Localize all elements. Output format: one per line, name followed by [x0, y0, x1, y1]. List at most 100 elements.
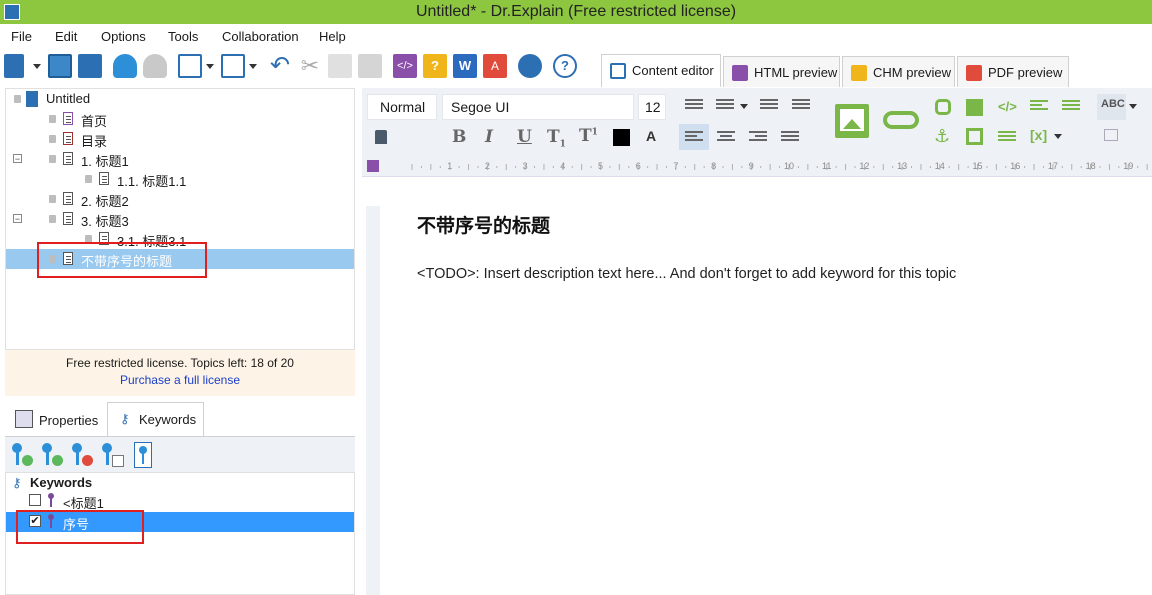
menu-collaboration[interactable]: Collaboration [222, 29, 299, 44]
assign-keyword-icon[interactable] [42, 443, 64, 467]
format-painter-icon[interactable] [375, 130, 387, 144]
keyword-checkbox[interactable] [29, 494, 41, 506]
style-select[interactable]: Normal [367, 94, 437, 120]
import-dropdown-icon[interactable] [206, 64, 214, 69]
highlight-color-icon[interactable]: A [646, 128, 656, 144]
font-size-select[interactable]: 12 [638, 94, 666, 120]
insert-separator-icon[interactable] [1062, 100, 1080, 114]
insert-html-icon[interactable]: </> [998, 99, 1017, 114]
tab-keywords[interactable]: ⚷ Keywords [107, 402, 204, 436]
underline-icon[interactable]: U [517, 127, 532, 147]
settings-gear-icon[interactable] [518, 54, 542, 78]
keyword-item[interactable]: <标题1 [6, 491, 354, 511]
chm-preview-icon [851, 65, 867, 81]
menu-options[interactable]: Options [101, 29, 146, 44]
tab-chm-preview[interactable]: CHM preview [842, 56, 955, 87]
edit-icon [610, 63, 626, 79]
collapse-icon[interactable]: − [13, 214, 22, 224]
export-html-icon[interactable]: </> [393, 54, 417, 78]
cut-icon[interactable]: ✂ [298, 54, 322, 78]
export-chm-icon[interactable]: ? [423, 54, 447, 78]
bottom-tabs: Properties ⚷ Keywords [5, 402, 355, 436]
tree-item[interactable]: 2. 标题2 [6, 189, 354, 209]
new-project-icon[interactable] [4, 54, 24, 78]
insert-table-icon[interactable] [966, 128, 983, 145]
collapse-icon[interactable]: − [13, 154, 22, 164]
paste-icon[interactable] [358, 54, 382, 78]
undo-icon[interactable]: ↶ [268, 54, 292, 78]
spellcheck-button[interactable]: ABC [1097, 94, 1126, 120]
tree-root[interactable]: Untitled [6, 89, 354, 109]
numbered-list-icon[interactable] [716, 99, 734, 113]
bold-icon[interactable]: B [452, 127, 466, 147]
outline-list-icon[interactable] [760, 99, 778, 113]
variable-dropdown-icon[interactable] [1054, 134, 1062, 139]
menu-bar: File Edit Options Tools Collaboration He… [0, 24, 1152, 48]
capture-dropdown-icon[interactable] [249, 64, 257, 69]
bullet-list-icon[interactable] [685, 99, 703, 113]
topic-body[interactable]: <TODO>: Insert description text here... … [417, 266, 956, 282]
insert-video-icon[interactable] [966, 99, 983, 116]
export-word-icon[interactable]: W [453, 54, 477, 78]
cloud-upload-icon[interactable] [113, 54, 137, 78]
topic-title[interactable]: 不带序号的标题 [417, 211, 550, 238]
copy-icon[interactable] [328, 54, 352, 78]
align-right-icon[interactable] [749, 131, 767, 145]
source-view-icon[interactable] [367, 160, 379, 172]
italic-icon[interactable]: I [485, 127, 493, 147]
spellcheck-dropdown-icon[interactable] [1129, 104, 1137, 109]
add-keyword-icon[interactable] [12, 443, 34, 467]
page-icon [63, 192, 73, 205]
insert-anchor-icon[interactable]: ⚓ [934, 126, 950, 147]
export-pdf-icon[interactable]: A [483, 54, 507, 78]
text-color-icon[interactable] [613, 129, 630, 146]
highlight-box [16, 510, 144, 544]
menu-help[interactable]: Help [319, 29, 346, 44]
help-icon[interactable]: ? [553, 54, 577, 78]
menu-edit[interactable]: Edit [55, 29, 77, 44]
format-toolbar: Normal Segoe UI 12 B I U T1 T1 A </> ⚓ [… [362, 88, 1152, 158]
tree-item[interactable]: 首页 [6, 109, 354, 129]
import-icon[interactable] [178, 54, 202, 78]
insert-text-block-icon[interactable] [1030, 100, 1048, 114]
font-select[interactable]: Segoe UI [442, 94, 634, 120]
tree-item[interactable]: 目录 [6, 129, 354, 149]
numbered-list-dropdown-icon[interactable] [740, 104, 748, 109]
lock-icon [49, 195, 56, 203]
save-icon[interactable] [78, 54, 102, 78]
insert-image-icon[interactable] [835, 104, 869, 138]
insert-variable-icon[interactable]: [x] [1030, 127, 1047, 143]
keyword-properties-icon[interactable] [134, 442, 152, 468]
license-notice: Free restricted license. Topics left: 18… [5, 350, 355, 396]
tab-content-editor[interactable]: Content editor [601, 54, 721, 87]
superscript-icon[interactable]: T1 [579, 126, 598, 146]
content-editor[interactable]: 不带序号的标题 <TODO>: Insert description text … [385, 177, 1152, 595]
delete-keyword-icon[interactable] [72, 443, 94, 467]
tree-item[interactable]: 1.1. 标题1.1 [6, 169, 354, 189]
capture-icon[interactable] [221, 54, 245, 78]
comment-icon[interactable] [1104, 129, 1118, 141]
cloud-download-icon[interactable] [143, 54, 167, 78]
topic-tree: Untitled 首页 目录 − 1. 标题1 1.1. 标题1.1 2. 标题… [5, 88, 355, 350]
tree-item[interactable]: − 1. 标题1 [6, 149, 354, 169]
justify-icon[interactable] [781, 131, 799, 145]
tab-properties[interactable]: Properties [9, 402, 105, 436]
purchase-link[interactable]: Purchase a full license [5, 373, 355, 387]
open-icon[interactable] [48, 54, 72, 78]
subscript-icon[interactable]: T1 [547, 127, 566, 149]
rename-keyword-icon[interactable] [102, 443, 124, 467]
new-dropdown-icon[interactable] [33, 64, 41, 69]
align-left-button[interactable] [679, 124, 709, 150]
html-preview-icon [732, 65, 748, 81]
insert-topic-link-icon[interactable] [935, 99, 951, 115]
home-page-icon [63, 112, 73, 125]
insert-list-box-icon[interactable] [998, 131, 1016, 145]
tab-pdf-preview[interactable]: PDF preview [957, 56, 1069, 87]
tree-item[interactable]: − 3. 标题3 [6, 209, 354, 229]
menu-file[interactable]: File [11, 29, 32, 44]
line-spacing-icon[interactable] [792, 99, 810, 113]
align-center-icon[interactable] [717, 131, 735, 145]
tab-html-preview[interactable]: HTML preview [723, 56, 840, 87]
insert-link-icon[interactable] [883, 111, 919, 129]
menu-tools[interactable]: Tools [168, 29, 198, 44]
